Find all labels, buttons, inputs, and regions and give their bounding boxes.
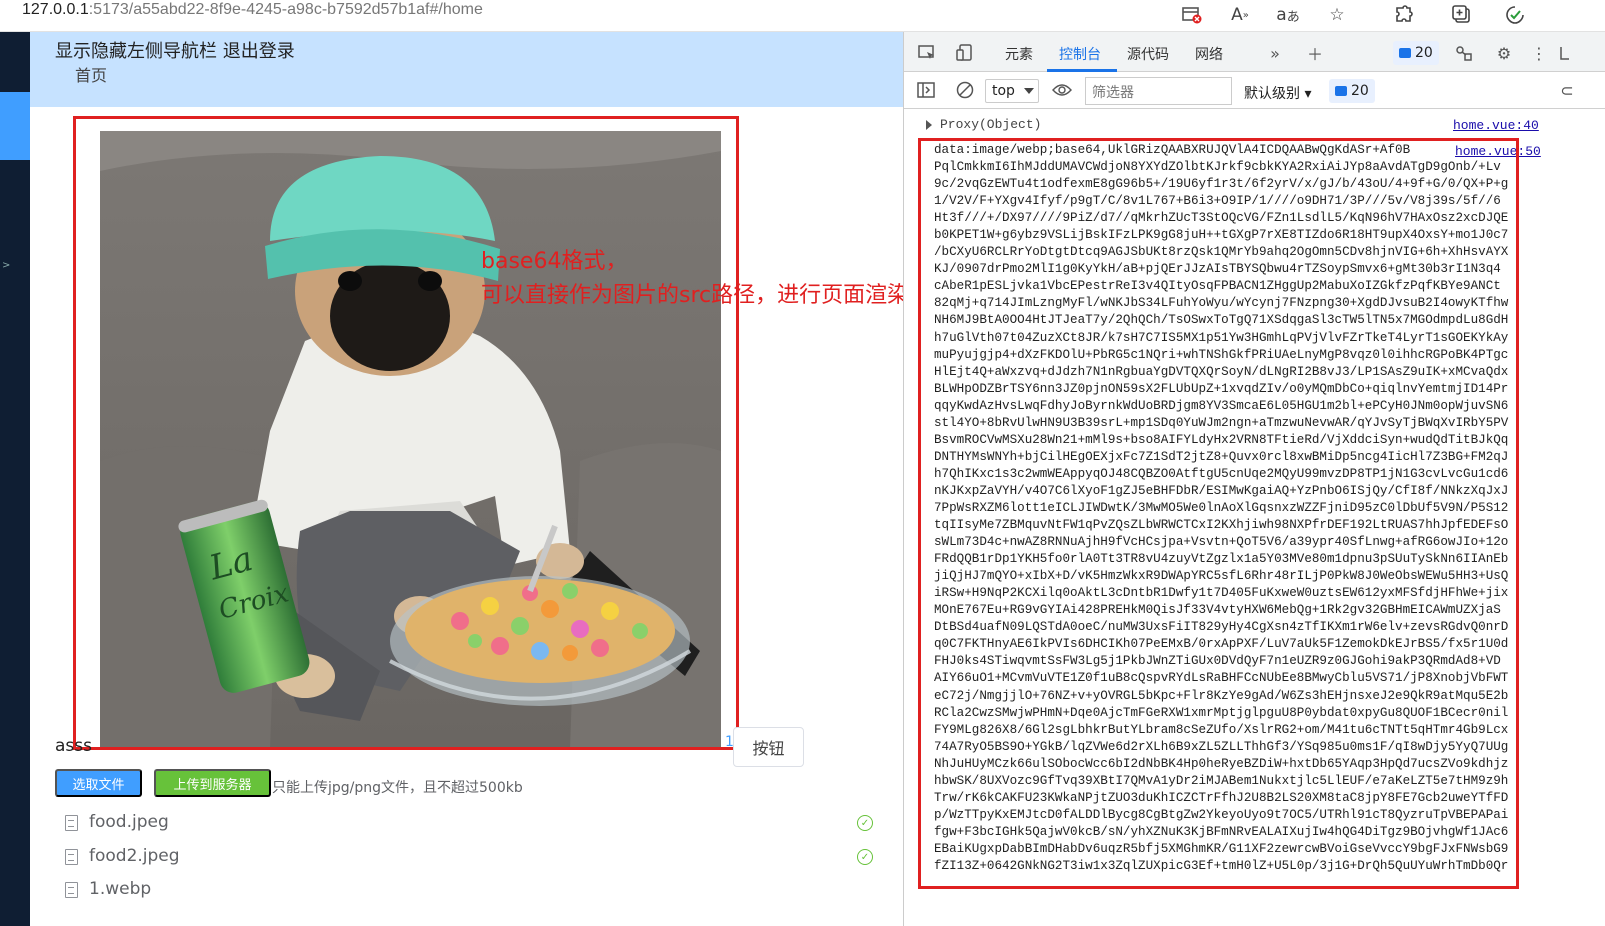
upload-tip: 只能上传jpg/png文件，且不超过500kb [272, 780, 523, 796]
annotation-box-image [73, 116, 739, 750]
breadcrumb[interactable]: 首页 [75, 62, 107, 86]
tab-close-icon[interactable] [1180, 3, 1204, 27]
success-check-icon: ✓ [857, 849, 873, 865]
browser-address-bar[interactable]: 127.0.0.1:5173/a55abd22-8f9e-4245-a98c-b… [0, 0, 1605, 32]
plain-button[interactable]: 按钮 [733, 727, 804, 767]
message-count-badge[interactable]: 20 [1329, 79, 1375, 103]
more-tabs-icon[interactable]: » [1264, 42, 1286, 64]
extensions-icon[interactable] [1391, 3, 1415, 27]
url-host: 127.0.0.1 [22, 1, 89, 18]
logout-link[interactable]: 退出登录 [223, 41, 295, 62]
more-options-icon[interactable]: ⋮ [1528, 42, 1550, 64]
file-name: food.jpeg [89, 812, 169, 832]
document-icon [65, 882, 78, 898]
success-check-icon: ✓ [857, 815, 873, 831]
tab-console[interactable]: 控制台 [1059, 44, 1101, 64]
sidebar-toggle-icon[interactable] [915, 79, 937, 101]
log-level-label: 默认级别 [1244, 86, 1300, 102]
settings-gear-icon[interactable]: ⚙ [1493, 42, 1515, 64]
issues-badge[interactable]: 20 [1393, 41, 1439, 65]
console-settings-icon[interactable]: ⊂ [1556, 79, 1578, 101]
chevron-down-icon: ▾ [1304, 86, 1312, 102]
sidebar-item-active[interactable] [0, 92, 30, 160]
add-tab-icon[interactable] [1450, 3, 1474, 27]
message-count: 20 [1351, 83, 1369, 99]
upload-to-server-button[interactable]: 上传到服务器 [154, 769, 271, 797]
url-text[interactable]: 127.0.0.1:5173/a55abd22-8f9e-4245-a98c-b… [22, 1, 483, 19]
document-icon [65, 849, 78, 865]
select-file-button[interactable]: 选取文件 [55, 769, 142, 797]
active-tab-indicator [1047, 69, 1117, 72]
upload-file-item[interactable]: 1.webp [60, 877, 880, 907]
upload-file-item[interactable]: food.jpeg ✓ [60, 810, 880, 840]
translate-icon[interactable]: aあ [1276, 3, 1300, 27]
log-level-select[interactable]: 默认级别 ▾ [1244, 83, 1311, 103]
annotation-text-line2: 可以直接作为图片的src路径，进行页面渲染 [481, 283, 910, 308]
annotation-box-base64 [918, 138, 1519, 889]
context-select[interactable]: top [985, 79, 1039, 103]
sidebar-collapse-icon[interactable]: > [2, 260, 10, 271]
upload-file-item[interactable]: food2.jpeg ✓ [60, 844, 880, 874]
tab-network[interactable]: 网络 [1195, 44, 1223, 64]
live-expression-eye-icon[interactable] [1051, 79, 1073, 101]
console-filter-input[interactable]: 筛选器 [1085, 77, 1232, 105]
file-name: food2.jpeg [89, 846, 180, 866]
dock-icon[interactable] [1554, 42, 1576, 64]
console-output[interactable]: Proxy(Object) home.vue:40 data:image/web… [904, 110, 1605, 926]
screen: 127.0.0.1:5173/a55abd22-8f9e-4245-a98c-b… [0, 0, 1605, 926]
app-sidebar: > [0, 32, 30, 926]
device-toggle-icon[interactable] [954, 42, 976, 64]
file-name: 1.webp [89, 879, 152, 899]
url-path: :5173/a55abd22-8f9e-4245-a98c-b7592d57b1… [88, 1, 483, 18]
tab-sources[interactable]: 源代码 [1127, 44, 1169, 64]
browser-essentials-icon[interactable] [1503, 3, 1527, 27]
tab-elements[interactable]: 元素 [1005, 44, 1033, 64]
toggle-nav-link[interactable]: 显示隐藏左侧导航栏 [55, 41, 217, 62]
image-caption: asss [55, 736, 92, 756]
document-icon [65, 815, 78, 831]
customize-icon[interactable] [1453, 42, 1475, 64]
console-toolbar: top 筛选器 默认级别 ▾ 20 ⊂ [904, 73, 1605, 109]
devtools-panel: 元素 控制台 源代码 网络 » ＋ 20 ⚙ ⋮ top 筛选器 默认级别 ▾ … [903, 32, 1605, 926]
inspect-element-icon[interactable] [916, 42, 938, 64]
app-header: 显示隐藏左侧导航栏 退出登录 首页 [30, 32, 903, 107]
message-icon [1335, 86, 1347, 96]
issues-count: 20 [1415, 45, 1433, 61]
favorite-star-icon[interactable]: ☆ [1325, 3, 1349, 27]
console-log-proxy[interactable]: Proxy(Object) [925, 117, 1041, 132]
header-actions: 显示隐藏左侧导航栏 退出登录 [55, 37, 295, 63]
clear-console-icon[interactable] [954, 79, 976, 101]
read-aloud-icon[interactable]: A» [1228, 3, 1252, 27]
annotation-text-line1: base64格式， [481, 249, 628, 274]
devtools-tabbar: 元素 控制台 源代码 网络 » ＋ 20 ⚙ ⋮ [904, 32, 1605, 72]
log-source-link[interactable]: home.vue:40 [1453, 118, 1539, 133]
add-panel-icon[interactable]: ＋ [1304, 42, 1326, 64]
message-icon [1399, 48, 1411, 58]
